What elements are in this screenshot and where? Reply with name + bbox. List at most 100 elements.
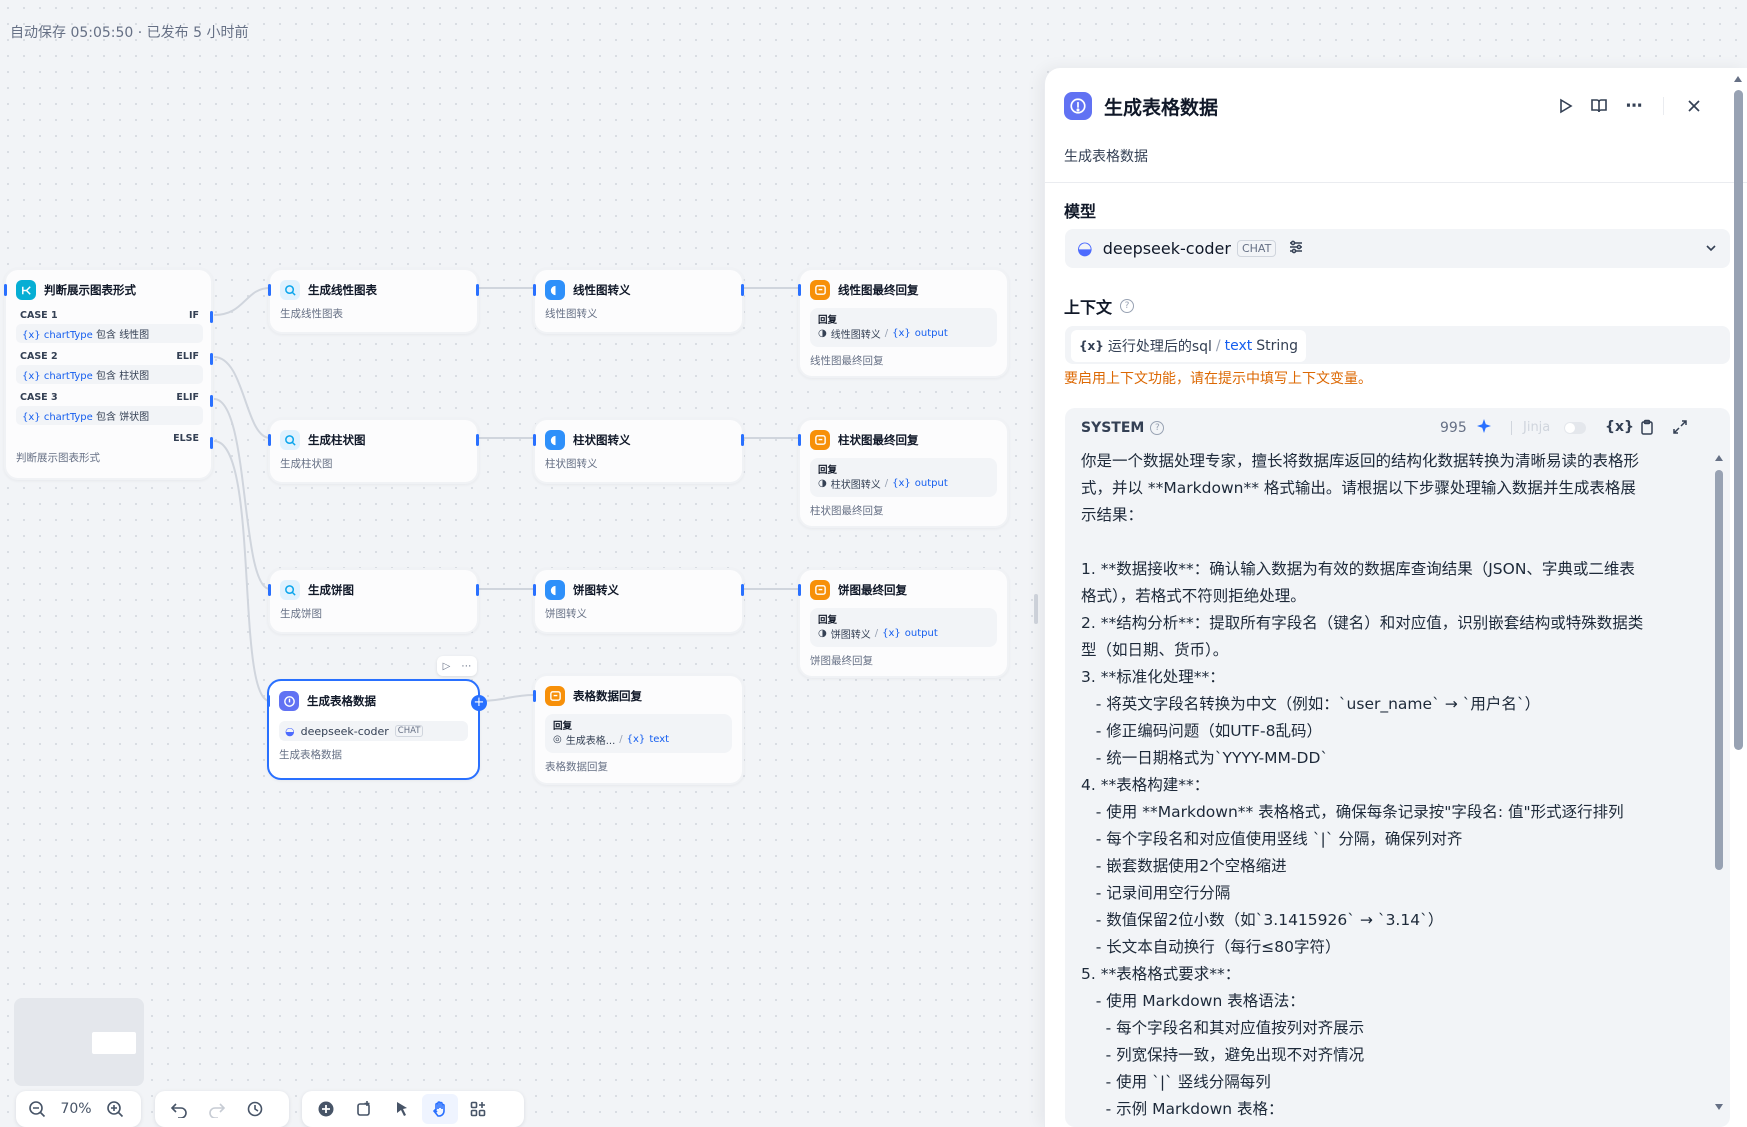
node-title: 饼图转义 — [573, 583, 619, 597]
node-desc: 柱状图转义 — [545, 458, 598, 470]
prompt-line: 格式），若格式不符则拒绝处理。 — [1081, 587, 1306, 605]
llm-icon — [280, 430, 300, 450]
prompt-line: - 使用 Markdown 表格语法： — [1081, 992, 1305, 1010]
if-else-node[interactable]: 判断展示图表形式 CASE 1 IF {x} chartType 包含 线性图 C… — [4, 268, 213, 480]
node-title: 饼图最终回复 — [838, 583, 907, 597]
node-title: 线性图最终回复 — [838, 283, 919, 297]
model-settings-icon[interactable] — [1288, 239, 1304, 259]
case-kind: IF — [188, 310, 199, 321]
code-icon — [545, 580, 565, 600]
code-icon — [545, 280, 565, 300]
tool-node-pie-convert[interactable]: 饼图转义 饼图转义 — [533, 568, 744, 634]
organize-icon[interactable] — [460, 1094, 496, 1124]
hand-icon[interactable] — [422, 1094, 458, 1124]
answer-node-bar[interactable]: 柱状图最终回复 回复 ◑ 柱状图转义 / {x} output 柱状图最终回复 — [798, 418, 1009, 528]
add-node-icon[interactable] — [308, 1094, 344, 1124]
prompt-line: 5. **表格格式要求**： — [1081, 965, 1241, 983]
variable-icon: {x} — [1079, 339, 1104, 353]
redo-icon[interactable] — [199, 1094, 235, 1124]
node-desc: 生成表格数据 — [279, 749, 342, 761]
deepseek-logo-icon: ◒ — [1077, 238, 1093, 259]
answer-node-pie[interactable]: 饼图最终回复 回复 ◑ 饼图转义 / {x} output 饼图最终回复 — [798, 568, 1009, 678]
expand-icon[interactable] — [1672, 419, 1688, 439]
editor-scrollbar[interactable] — [1715, 470, 1723, 870]
chevron-down-icon[interactable] — [1704, 241, 1718, 259]
docs-icon[interactable] — [1586, 93, 1612, 119]
prompt-text[interactable]: 你是一个数据处理专家，擅长将数据库返回的结构化数据转换为清晰易读的表格形 式，并以… — [1081, 448, 1693, 1123]
panel-resize-handle[interactable] — [1034, 594, 1038, 624]
prompt-line: - 记录间用空行分隔 — [1081, 884, 1231, 902]
answer-node-line[interactable]: 线性图最终回复 回复 ◑ 线性图转义 / {x} output 线性图最终回复 — [798, 268, 1009, 378]
context-variable-box[interactable]: {x} 运行处理后的sql / text String — [1065, 326, 1730, 364]
prompt-line: - 使用 `|` 竖线分隔每列 — [1081, 1073, 1271, 1091]
else-label: ELSE — [173, 433, 199, 444]
scroll-down-icon[interactable] — [1714, 1101, 1724, 1111]
tool-node-line-convert[interactable]: 线性图转义 线性图转义 — [533, 268, 744, 334]
context-variable-chip[interactable]: {x} 运行处理后的sql / text String — [1071, 330, 1307, 362]
help-icon[interactable]: ? — [1150, 421, 1165, 435]
system-prompt-editor[interactable]: SYSTEM ? 995 Jinja {x} 你是一个数据处理专家，擅长将数据库… — [1065, 408, 1730, 1127]
prompt-line: 型（如日期、货币）。 — [1081, 641, 1229, 659]
minimap[interactable] — [14, 998, 144, 1086]
tool-node-bar-convert[interactable]: 柱状图转义 柱状图转义 — [533, 418, 744, 484]
prompt-line: - 修正编码问题（如UTF-8乱码） — [1081, 722, 1322, 740]
pointer-icon[interactable] — [384, 1094, 420, 1124]
node-title: 生成表格数据 — [307, 694, 376, 708]
prompt-line: 3. **标准化处理**： — [1081, 668, 1225, 686]
prompt-line: - 每个字段名和其对应值按列对齐展示 — [1081, 1019, 1365, 1037]
prompt-line: - 使用 **Markdown** 表格格式，确保每条记录按"字段名: 值"形式… — [1081, 803, 1624, 821]
run-icon[interactable] — [1552, 93, 1578, 119]
add-next-node-button[interactable]: + — [471, 695, 487, 711]
history-icon[interactable] — [237, 1094, 273, 1124]
system-label: SYSTEM — [1081, 420, 1145, 436]
model-badge: CHAT — [1236, 240, 1277, 257]
close-icon[interactable] — [1681, 93, 1707, 119]
panel-scroll-up-icon[interactable] — [1734, 72, 1742, 82]
panel-description[interactable]: 生成表格数据 — [1064, 146, 1148, 166]
undo-icon[interactable] — [161, 1094, 197, 1124]
scroll-up-icon[interactable] — [1714, 452, 1724, 462]
llm-node-table[interactable]: 生成表格数据 ◒ deepseek-coder CHAT 生成表格数据 + — [267, 679, 487, 780]
reply-box: 回复 ◎ 生成表格... / {x} text — [545, 714, 732, 753]
case-kind: ELIF — [176, 351, 199, 362]
node-desc: 生成饼图 — [280, 608, 322, 620]
prompt-line: - 统一日期格式为`YYYY-MM-DD` — [1081, 749, 1329, 767]
node-title: 生成饼图 — [308, 583, 354, 597]
prompt-line: 1. **数据接收**：确认输入数据为有效的数据库查询结果（JSON、字典或二维… — [1081, 560, 1635, 578]
node-desc: 表格数据回复 — [545, 761, 608, 773]
model-name: deepseek-coder — [1102, 239, 1231, 258]
help-icon[interactable]: ? — [1120, 299, 1135, 313]
add-note-icon[interactable] — [346, 1094, 382, 1124]
zoom-out-button[interactable] — [22, 1094, 52, 1124]
case-label: CASE 2 — [20, 351, 58, 362]
zoom-level[interactable]: 70% — [54, 1101, 98, 1117]
llm-node-bar-chart[interactable]: 生成柱状图 生成柱状图 — [268, 418, 479, 484]
more-icon[interactable]: ⋯ — [1621, 93, 1647, 119]
panel-scrollbar[interactable] — [1734, 90, 1743, 750]
llm-icon — [1064, 92, 1092, 120]
zoom-in-button[interactable] — [100, 1094, 130, 1124]
insert-variable-button[interactable]: {x} — [1605, 419, 1634, 435]
answer-node-table[interactable]: 表格数据回复 回复 ◎ 生成表格... / {x} text 表格数据回复 — [533, 674, 744, 785]
deepseek-logo-icon: ◒ — [285, 724, 295, 738]
answer-icon — [810, 580, 830, 600]
llm-icon — [279, 691, 299, 711]
node-desc: 线性图最终回复 — [810, 355, 884, 367]
answer-icon — [810, 430, 830, 450]
node-title: 柱状图转义 — [573, 433, 631, 447]
llm-node-pie-chart[interactable]: 生成饼图 生成饼图 — [268, 568, 479, 634]
prompt-line — [1081, 529, 1693, 556]
prompt-line: 2. **结构分析**：提取所有字段名（键名）和对应值，识别嵌套结构或特殊数据类 — [1081, 614, 1644, 632]
node-desc: 生成柱状图 — [280, 458, 333, 470]
run-node-icon[interactable]: ▷ — [443, 661, 451, 672]
clipboard-icon[interactable] — [1639, 419, 1655, 439]
sparkle-icon[interactable] — [1475, 418, 1493, 440]
more-icon[interactable]: ⋯ — [461, 661, 471, 672]
model-select[interactable]: ◒ deepseek-coder CHAT — [1065, 229, 1730, 268]
panel-title[interactable]: 生成表格数据 — [1104, 93, 1218, 120]
jinja-toggle[interactable] — [1564, 422, 1586, 434]
node-title: 判断展示图表形式 — [44, 283, 136, 297]
case-label: CASE 3 — [20, 392, 58, 403]
context-warning: 要启用上下文功能，请在提示中填写上下文变量。 — [1064, 371, 1372, 387]
llm-node-line-chart[interactable]: 生成线性图表 生成线性图表 — [268, 268, 479, 334]
